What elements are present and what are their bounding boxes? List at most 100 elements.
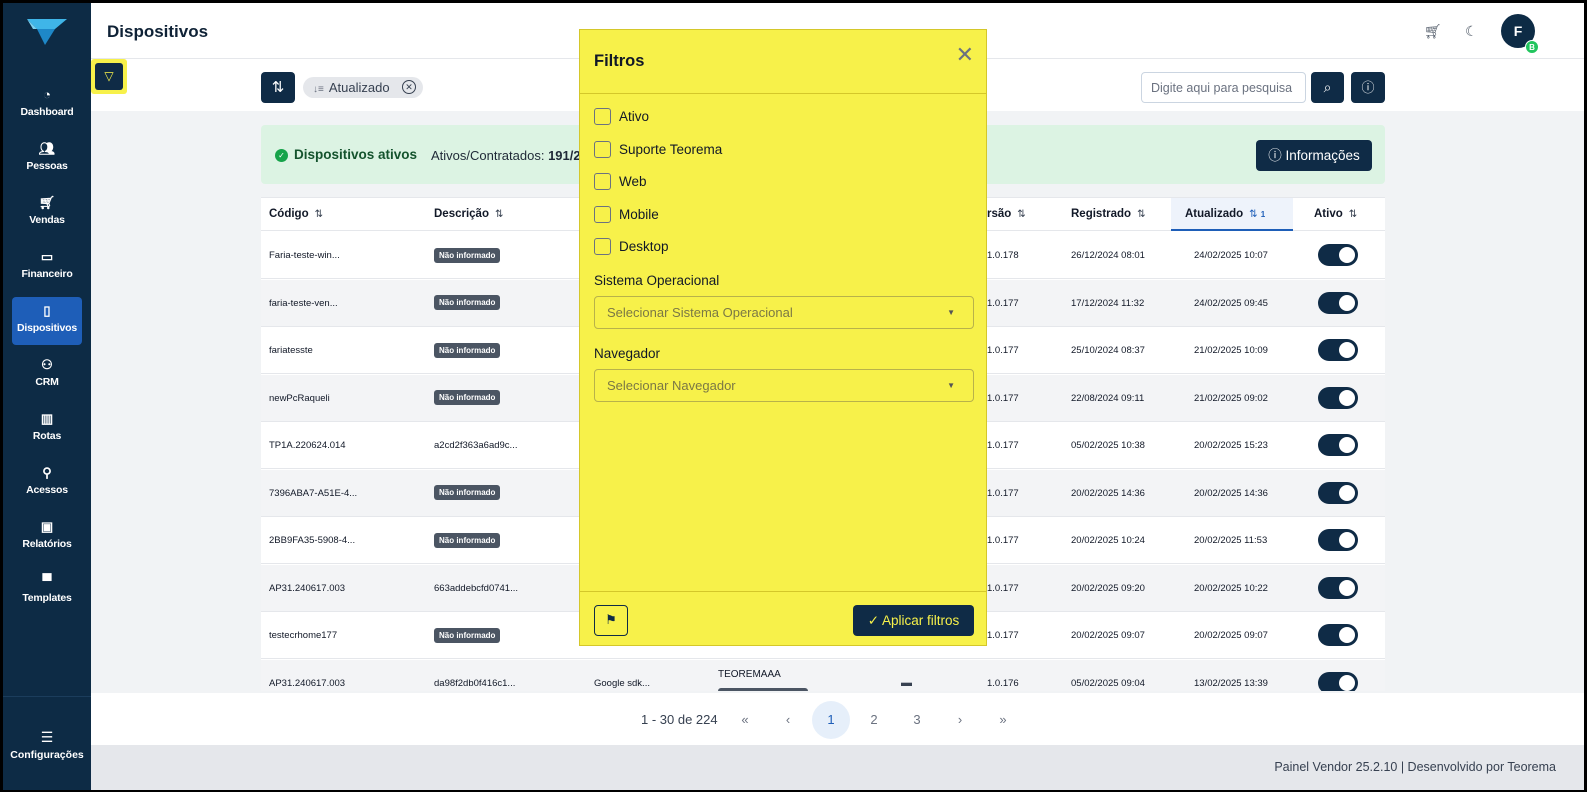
cell-codigo: 7396ABA7-A51E-4... <box>269 487 358 499</box>
not-informed-badge: Não informado <box>434 342 501 358</box>
filter-button[interactable]: ▽ <box>91 59 127 94</box>
checkbox-box[interactable] <box>594 140 611 158</box>
cell-versao: 1.0.177 <box>987 392 1019 404</box>
col-label: Ativo <box>1314 208 1343 220</box>
moon-icon[interactable]: ☾ <box>1465 23 1478 40</box>
sidebar-item-configuracoes[interactable]: ☰ Configurações <box>3 696 91 790</box>
filter-icon: ▽ <box>95 63 123 90</box>
checkbox-mobile[interactable]: Mobile <box>594 205 954 225</box>
checkbox-box[interactable] <box>594 108 611 125</box>
informacoes-label: Informações <box>1285 148 1360 163</box>
chip-close-icon[interactable]: ✕ <box>402 80 416 94</box>
active-toggle[interactable] <box>1318 529 1358 551</box>
sidebar-item-vendas[interactable]: 🛒︎ Vendas <box>12 189 82 237</box>
cell-descricao: da98f2db0f416c1... <box>434 677 516 689</box>
col-header-descricao[interactable]: Descrição ⇅ <box>434 198 504 231</box>
active-toggle[interactable] <box>1318 671 1358 691</box>
cell-registrado: 05/02/2025 09:04 <box>1071 677 1145 689</box>
cell-descricao: Não informado <box>434 517 501 564</box>
apply-filters-button[interactable]: ✓ Aplicar filtros <box>853 605 974 636</box>
sidebar-item-financeiro[interactable]: ▭ Financeiro <box>12 243 82 291</box>
active-toggle[interactable] <box>1318 244 1358 266</box>
col-header-versao[interactable]: rsão ⇅ <box>987 198 1026 231</box>
sidebar-item-relatorios[interactable]: ▣ Relatórios <box>12 513 82 561</box>
checkbox-desktop[interactable]: Desktop <box>594 237 954 257</box>
sidebar-item-templates[interactable]: ▀ Templates <box>12 567 82 615</box>
sidebar-item-pessoas[interactable]: 👥︎ Pessoas <box>12 135 82 183</box>
cell-codigo: faria-teste-ven... <box>269 297 338 309</box>
active-toggle[interactable] <box>1318 481 1358 504</box>
avatar-badge: B <box>1525 40 1539 54</box>
sidebar-item-crm[interactable]: ⚇ CRM <box>12 351 82 399</box>
active-toggle[interactable] <box>1318 386 1358 409</box>
sort-icon: ⇅ <box>314 209 323 220</box>
page-1-button[interactable]: 1 <box>812 701 850 739</box>
col-header-atualizado[interactable]: Atualizado ⇅ 1 <box>1171 198 1293 231</box>
cell-versao: 1.0.177 <box>987 582 1019 594</box>
active-toggle[interactable] <box>1318 576 1358 599</box>
status-title: Dispositivos ativos <box>294 147 418 162</box>
not-informed-badge: Não informado <box>434 627 501 643</box>
device-icon: ▯ <box>43 303 51 318</box>
last-page-button[interactable]: » <box>984 701 1022 739</box>
cell-atualizado: 20/02/2025 10:22 <box>1194 582 1268 594</box>
sort-chip-label: Atualizado <box>328 80 390 95</box>
checkbox-suporte-teorema[interactable]: Suporte Teorema <box>594 140 954 160</box>
sidebar-item-dispositivos[interactable]: ▯ Dispositivos <box>12 297 82 345</box>
checkbox-label: Ativo <box>619 109 650 124</box>
active-toggle[interactable] <box>1318 624 1358 646</box>
cell-atualizado: 13/02/2025 13:39 <box>1194 677 1268 689</box>
sidebar: ◔ Dashboard 👥︎ Pessoas 🛒︎ Vendas ▭ Financeiro ▯ D… <box>3 3 91 790</box>
cell-versao: 1.0.177 <box>987 630 1019 641</box>
cell-registrado: 17/12/2024 11:32 <box>1071 297 1145 309</box>
checkbox-box[interactable] <box>594 205 611 223</box>
cart-icon[interactable]: 🛒︎ <box>1424 23 1442 40</box>
checkbox-box[interactable] <box>594 238 611 255</box>
active-toggle[interactable] <box>1318 339 1358 361</box>
navegador-select[interactable]: Selecionar Navegador ▼ <box>594 369 974 402</box>
sidebar-item-label: Relatórios <box>22 538 72 550</box>
sidebar-item-label: CRM <box>35 376 59 388</box>
informacoes-button[interactable]: ⓘ Informações <box>1256 140 1372 171</box>
page-3-button[interactable]: 3 <box>898 701 936 739</box>
cell-codigo: AP31.240617.003 <box>269 582 346 594</box>
checkbox-web[interactable]: Web <box>594 172 954 192</box>
cell-versao: 1.0.176 <box>987 677 1019 689</box>
so-select[interactable]: Selecionar Sistema Operacional ▼ <box>594 296 974 329</box>
next-page-button[interactable]: › <box>941 701 979 739</box>
status-ratio: Ativos/Contratados: 191/2 <box>431 148 581 163</box>
save-filter-button[interactable]: ⚑ <box>594 605 628 636</box>
info-button[interactable]: ⓘ <box>1351 72 1385 103</box>
sidebar-item-label: Templates <box>22 592 72 604</box>
checkbox-ativo[interactable]: Ativo <box>594 107 954 127</box>
sort-asc-icon: ⇅ <box>1249 209 1258 220</box>
search-button[interactable]: ⌕ <box>1311 72 1344 103</box>
report-icon: ▣ <box>40 519 54 534</box>
cell-versao: 1.0.177 <box>987 297 1019 309</box>
sidebar-item-rotas[interactable]: ▥ Rotas <box>12 405 82 453</box>
sidebar-item-label: Acessos <box>26 484 68 496</box>
col-header-registrado[interactable]: Registrado ⇅ <box>1071 198 1146 231</box>
info-icon: ⓘ <box>1268 148 1282 163</box>
first-page-button[interactable]: « <box>726 701 764 739</box>
col-header-codigo[interactable]: Código ⇅ <box>269 198 323 231</box>
checkbox-box[interactable] <box>594 173 611 190</box>
active-toggle[interactable] <box>1318 434 1358 456</box>
caret-down-icon: ▼ <box>947 308 955 317</box>
active-toggle[interactable] <box>1318 291 1358 314</box>
apply-label: Aplicar filtros <box>882 613 960 628</box>
col-header-ativo[interactable]: Ativo ⇅ <box>1314 198 1358 231</box>
checkbox-label: Suporte Teorema <box>619 141 723 157</box>
sidebar-item-acessos[interactable]: ⚲ Acessos <box>12 459 82 507</box>
sort-chip[interactable]: ↓≡ Atualizado ✕ <box>303 77 423 98</box>
teorema-logo[interactable] <box>25 15 69 47</box>
sidebar-item-label: Dashboard <box>20 106 74 118</box>
prev-page-button[interactable]: ‹ <box>769 701 807 739</box>
close-icon[interactable]: ✕ <box>956 44 974 66</box>
table-row[interactable]: AP31.240617.003 da98f2db0f416c1... Google … <box>261 659 1385 691</box>
cell-descricao: a2cd2f363a6ad9c... <box>434 440 518 451</box>
sidebar-item-dashboard[interactable]: ◔ Dashboard <box>12 81 82 129</box>
sort-button[interactable]: ⇅ <box>261 72 295 103</box>
search-input[interactable] <box>1141 72 1306 103</box>
page-2-button[interactable]: 2 <box>855 701 893 739</box>
